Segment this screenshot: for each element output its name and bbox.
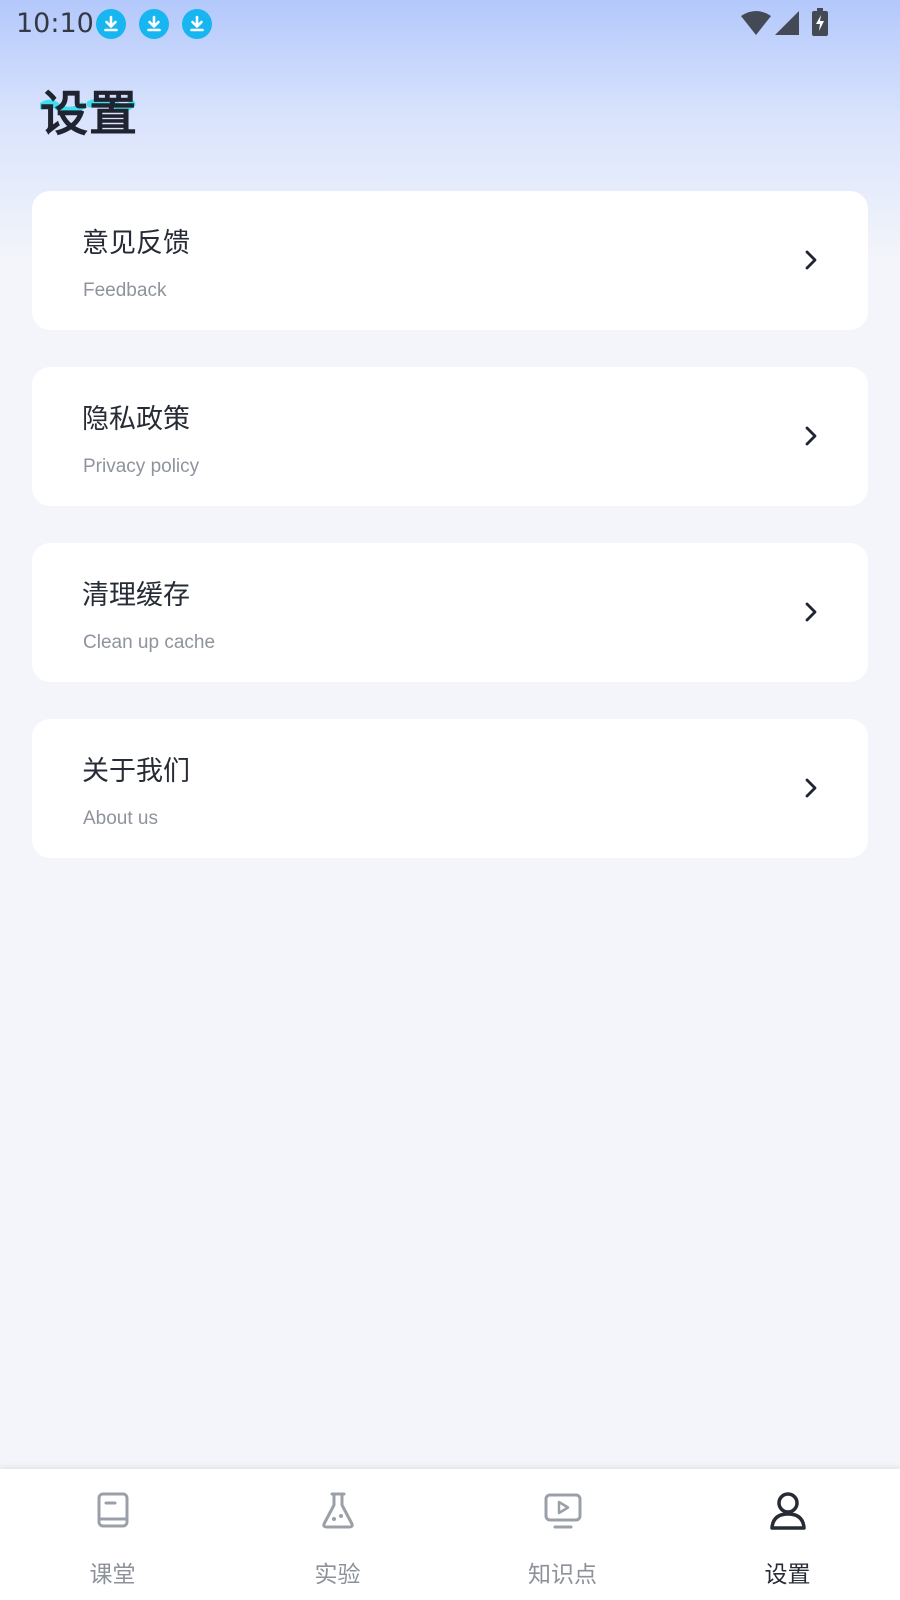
status-time: 10:10 — [16, 8, 94, 39]
menu-item-title: 意见反馈 — [82, 228, 190, 259]
user-icon — [769, 1492, 806, 1530]
nav-tab-label: 课堂 — [89, 1562, 136, 1588]
video-icon — [544, 1493, 581, 1529]
menu-item-about-us[interactable]: 关于我们 About us — [32, 719, 868, 858]
menu-item-feedback[interactable]: 意见反馈 Feedback — [32, 191, 868, 330]
menu-item-clean-cache[interactable]: 清理缓存 Clean up cache — [32, 543, 868, 682]
nav-tab-experiment[interactable]: 实验 — [225, 1469, 450, 1600]
download-icon — [182, 9, 212, 39]
menu-item-subtitle: Feedback — [83, 280, 167, 301]
battery-charging-icon — [812, 8, 828, 40]
wifi-icon — [740, 10, 772, 40]
nav-tab-label: 实验 — [314, 1562, 361, 1588]
flask-icon — [321, 1492, 354, 1529]
status-bar: 10:10 — [0, 0, 900, 48]
signal-icon — [774, 10, 800, 40]
nav-tab-knowledge[interactable]: 知识点 — [450, 1469, 675, 1600]
menu-item-title: 关于我们 — [82, 756, 190, 787]
menu-item-subtitle: About us — [83, 808, 158, 829]
nav-tab-settings[interactable]: 设置 — [675, 1469, 900, 1600]
nav-tab-classroom[interactable]: 课堂 — [0, 1469, 225, 1600]
nav-tab-label: 设置 — [764, 1562, 811, 1588]
menu-item-privacy-policy[interactable]: 隐私政策 Privacy policy — [32, 367, 868, 506]
book-icon — [97, 1492, 128, 1528]
chevron-right-icon — [805, 778, 817, 798]
chevron-right-icon — [805, 426, 817, 446]
menu-item-title: 隐私政策 — [82, 404, 190, 435]
chevron-right-icon — [805, 250, 817, 270]
page-title: 设置 — [40, 86, 139, 142]
chevron-right-icon — [805, 602, 817, 622]
download-icon — [139, 9, 169, 39]
nav-tab-label: 知识点 — [528, 1562, 597, 1588]
menu-item-subtitle: Privacy policy — [83, 456, 200, 477]
bottom-navigation: 课堂 实验 知识点 设置 — [0, 1469, 900, 1600]
menu-item-subtitle: Clean up cache — [83, 632, 216, 653]
download-icon — [96, 9, 126, 39]
menu-item-title: 清理缓存 — [82, 580, 190, 611]
